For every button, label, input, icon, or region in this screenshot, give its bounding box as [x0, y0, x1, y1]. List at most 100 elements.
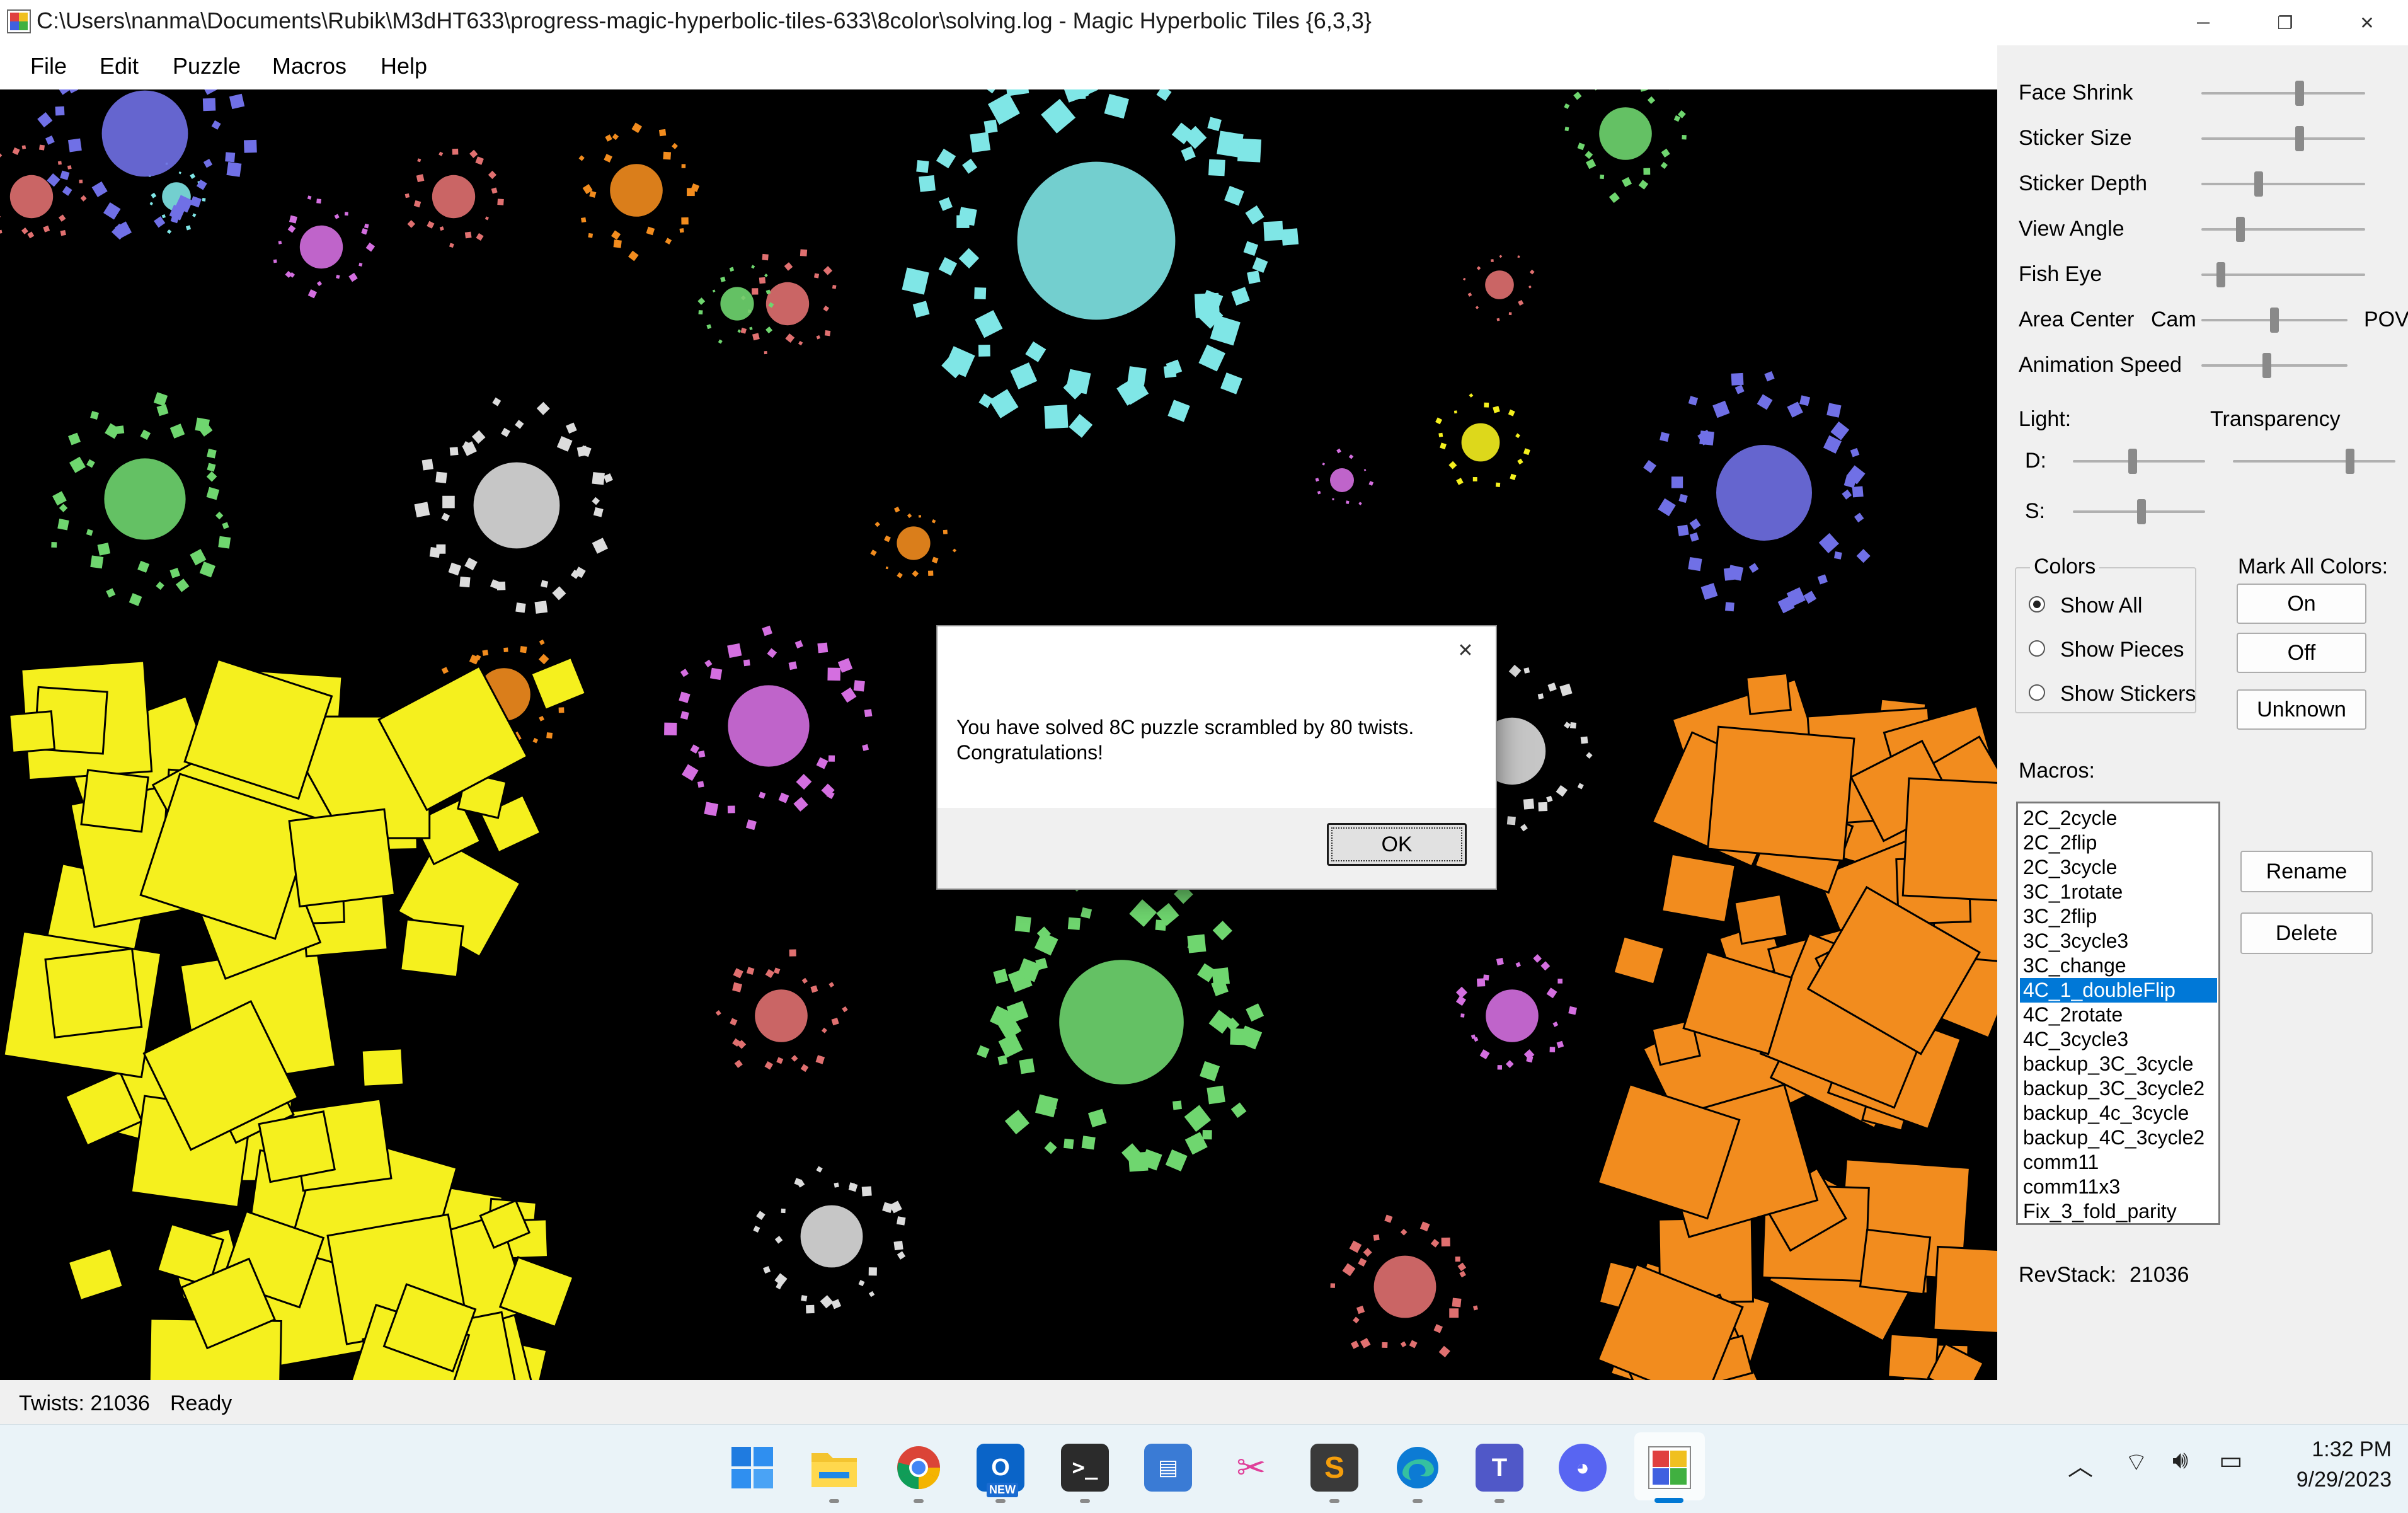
- sticker[interactable]: [436, 544, 446, 554]
- sticker[interactable]: [737, 329, 742, 333]
- tile-cluster[interactable]: [870, 506, 957, 578]
- sticker[interactable]: [407, 220, 416, 228]
- sticker[interactable]: [679, 691, 691, 703]
- sticker[interactable]: [115, 425, 125, 434]
- sticker[interactable]: [897, 1216, 906, 1226]
- sticker[interactable]: [680, 711, 689, 720]
- sticker[interactable]: [612, 133, 619, 141]
- sticker[interactable]: [665, 238, 672, 244]
- sticker[interactable]: [285, 270, 292, 279]
- sticker[interactable]: [752, 288, 759, 295]
- clock-time[interactable]: 1:32 PM: [2281, 1437, 2392, 1462]
- sticker[interactable]: [952, 548, 957, 553]
- sticker[interactable]: [1556, 785, 1568, 797]
- sticker[interactable]: [202, 197, 206, 202]
- sticker[interactable]: [178, 171, 182, 175]
- sticker[interactable]: [1856, 549, 1871, 563]
- sticker[interactable]: [1497, 1065, 1503, 1070]
- sticker[interactable]: [404, 193, 410, 198]
- sticker[interactable]: [751, 265, 755, 269]
- sticker[interactable]: [828, 982, 835, 988]
- sticker[interactable]: [58, 214, 66, 222]
- sticker[interactable]: [1455, 1256, 1460, 1262]
- sticker[interactable]: [767, 648, 777, 659]
- sticker[interactable]: [931, 556, 939, 564]
- sticker[interactable]: [414, 502, 430, 518]
- sticker[interactable]: [1528, 285, 1532, 289]
- sticker[interactable]: [348, 272, 358, 282]
- sticker[interactable]: [853, 680, 865, 692]
- sticker[interactable]: [588, 233, 593, 238]
- sticker[interactable]: [1817, 574, 1828, 585]
- sticker[interactable]: [1461, 423, 1500, 462]
- sticker[interactable]: [1688, 396, 1699, 406]
- sticker[interactable]: [944, 346, 975, 377]
- sticker[interactable]: [243, 139, 257, 153]
- sticker[interactable]: [884, 535, 891, 543]
- sticker[interactable]: [1363, 1248, 1372, 1257]
- sticker[interactable]: [740, 328, 747, 334]
- sticker[interactable]: [958, 248, 980, 269]
- sticker[interactable]: [1212, 921, 1232, 941]
- sticker[interactable]: [1224, 185, 1244, 206]
- sticker[interactable]: [1556, 1040, 1564, 1049]
- sticker[interactable]: [834, 1182, 839, 1188]
- sticker[interactable]: [1207, 1085, 1225, 1105]
- sticker[interactable]: [399, 918, 464, 979]
- sticker[interactable]: [289, 215, 297, 224]
- sticker[interactable]: [441, 512, 450, 522]
- sticker[interactable]: [503, 647, 508, 652]
- view-angle-slider[interactable]: [2201, 217, 2365, 242]
- sticker[interactable]: [1523, 667, 1530, 674]
- sticker[interactable]: [828, 755, 835, 762]
- sticker[interactable]: [39, 144, 45, 151]
- sticker[interactable]: [1165, 1149, 1188, 1171]
- sticker[interactable]: [578, 155, 585, 161]
- sticker[interactable]: [864, 709, 873, 717]
- sticker[interactable]: [1207, 117, 1222, 132]
- sticker[interactable]: [918, 515, 922, 518]
- sticker[interactable]: [1557, 979, 1562, 984]
- sticker[interactable]: [1004, 1110, 1029, 1135]
- sticker[interactable]: [592, 472, 605, 485]
- sticker[interactable]: [962, 158, 978, 174]
- sticker[interactable]: [1456, 478, 1464, 485]
- sticker[interactable]: [1517, 255, 1520, 258]
- sticker[interactable]: [1707, 725, 1855, 862]
- sticker[interactable]: [800, 1205, 863, 1268]
- sticker[interactable]: [226, 161, 242, 177]
- sticker[interactable]: [1833, 551, 1842, 560]
- sticker[interactable]: [129, 593, 142, 606]
- sticker[interactable]: [763, 1266, 771, 1274]
- sticker[interactable]: [1460, 1013, 1465, 1018]
- sticker[interactable]: [870, 549, 877, 556]
- sticker[interactable]: [1818, 532, 1839, 554]
- sticker[interactable]: [1479, 1049, 1490, 1060]
- sticker[interactable]: [515, 420, 524, 429]
- sticker[interactable]: [1231, 287, 1250, 306]
- maximize-button[interactable]: ❐: [2244, 0, 2326, 45]
- macro-item[interactable]: 4C_2rotate: [2022, 1003, 2123, 1027]
- sticker[interactable]: [610, 164, 663, 217]
- sticker[interactable]: [1014, 916, 1031, 933]
- sticker[interactable]: [427, 221, 435, 229]
- sticker[interactable]: [1491, 259, 1494, 262]
- rename-macro-button[interactable]: Rename: [2240, 851, 2373, 892]
- sticker[interactable]: [1384, 1214, 1393, 1223]
- sticker[interactable]: [728, 685, 810, 767]
- sticker[interactable]: [1549, 1047, 1556, 1052]
- sticker[interactable]: [975, 310, 1003, 338]
- sticker[interactable]: [605, 134, 612, 142]
- teams-icon[interactable]: T: [1476, 1444, 1523, 1492]
- sticker[interactable]: [983, 119, 998, 134]
- orange-region[interactable]: [1597, 672, 1997, 1380]
- sticker[interactable]: [977, 1045, 990, 1059]
- sticker[interactable]: [1156, 89, 1172, 101]
- sticker[interactable]: [861, 1186, 872, 1197]
- sticker[interactable]: [774, 1236, 783, 1244]
- sticker[interactable]: [1348, 454, 1354, 459]
- tile-cluster[interactable]: [51, 392, 231, 606]
- sticker[interactable]: [817, 642, 828, 653]
- sticker[interactable]: [1660, 432, 1670, 442]
- sticker[interactable]: [1245, 205, 1264, 225]
